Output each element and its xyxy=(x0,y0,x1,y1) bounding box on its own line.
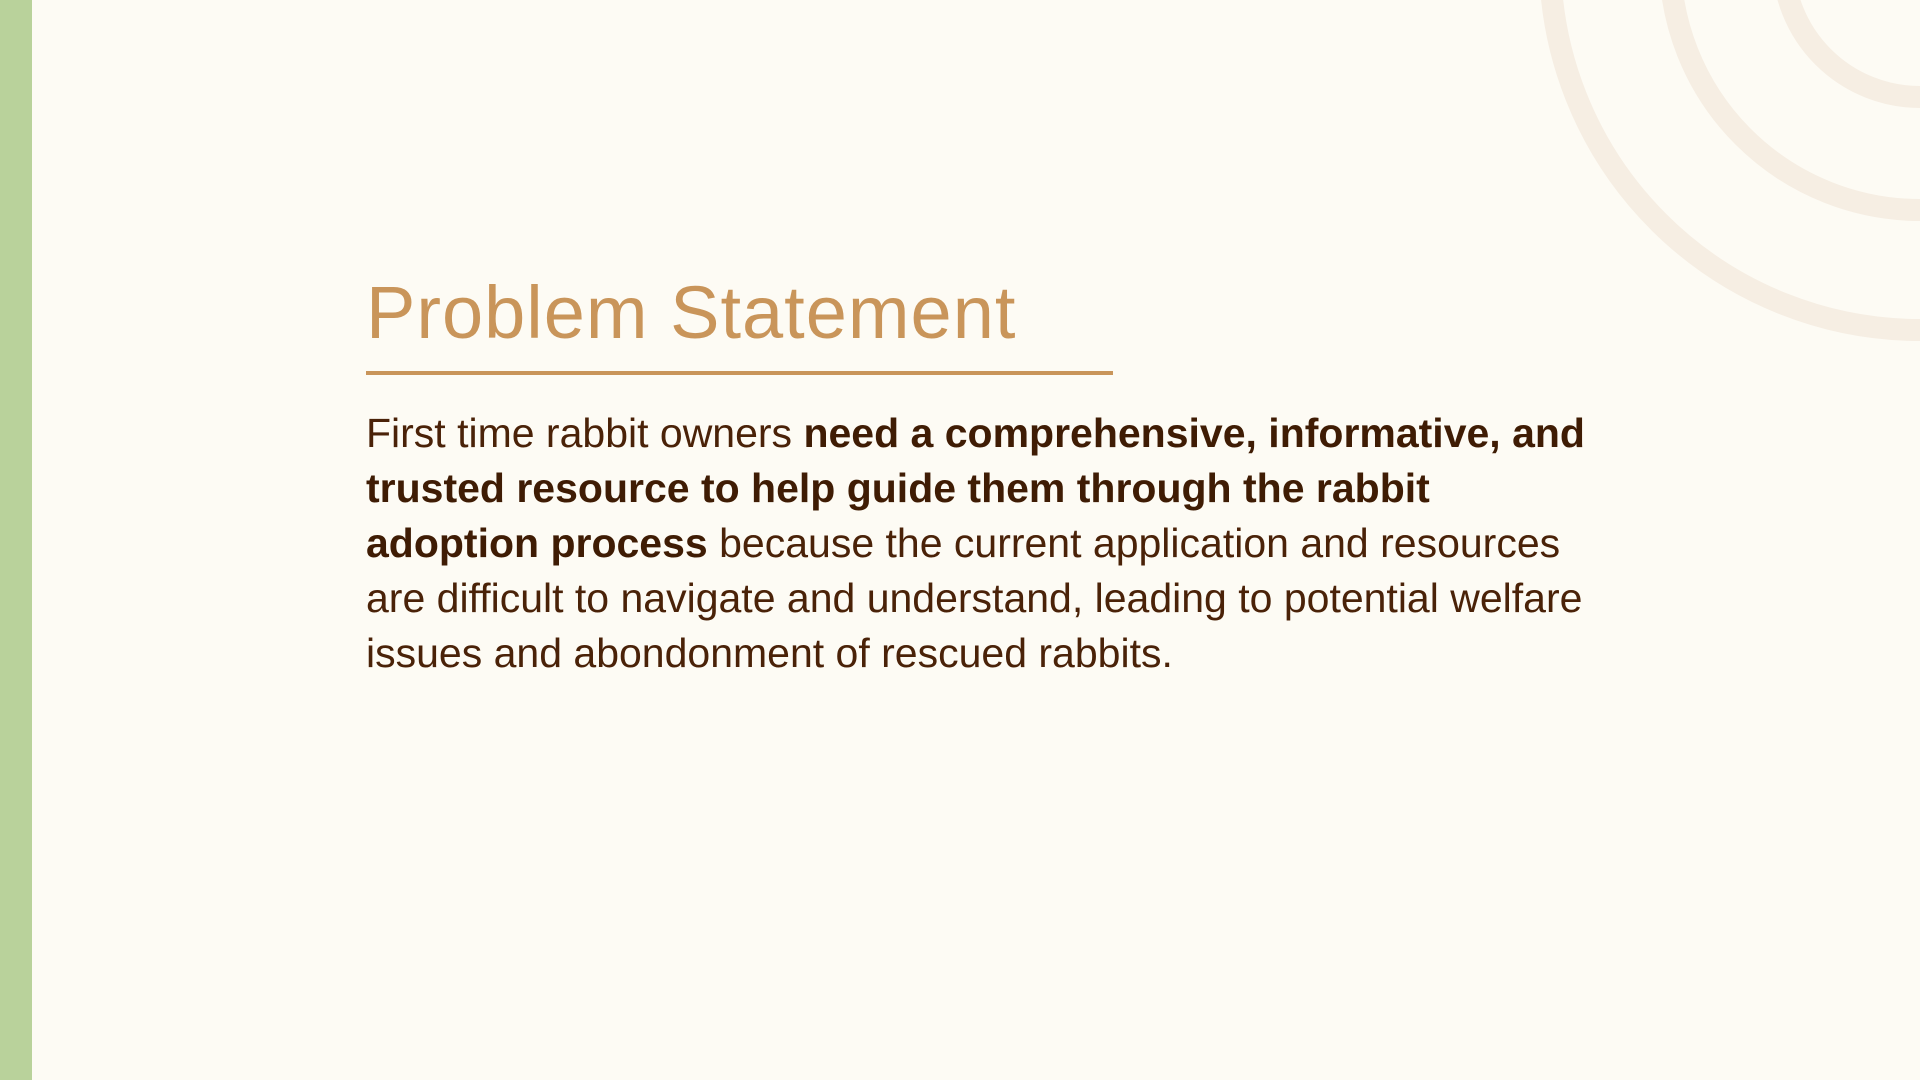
decorative-arc-outer xyxy=(1541,0,1920,341)
problem-statement-text: First time rabbit owners need a comprehe… xyxy=(366,406,1606,681)
slide: Problem Statement First time rabbit owne… xyxy=(0,0,1920,1080)
title-underline xyxy=(366,371,1113,375)
left-accent-bar xyxy=(0,0,32,1080)
decorative-arc-middle xyxy=(1662,0,1920,221)
slide-title: Problem Statement xyxy=(366,271,1017,354)
statement-intro: First time rabbit owners xyxy=(366,410,804,456)
decorative-arc-inner xyxy=(1777,0,1920,108)
